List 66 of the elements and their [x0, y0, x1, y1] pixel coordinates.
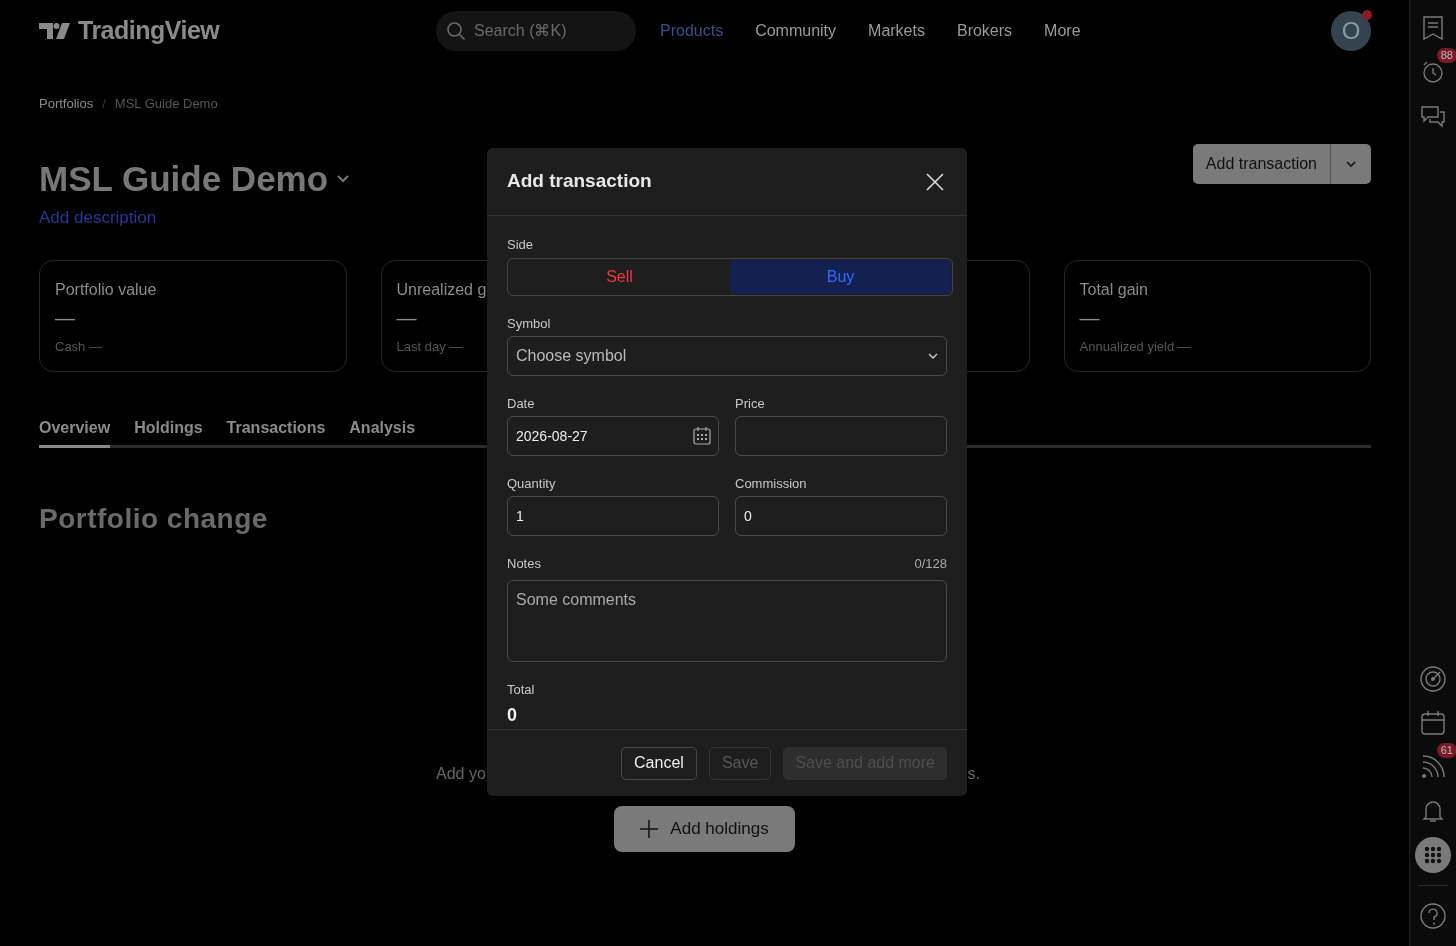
- input-field[interactable]: 0: [735, 496, 947, 536]
- tab[interactable]: Analysis: [349, 416, 416, 448]
- plus-icon: [640, 820, 659, 838]
- chevron-down-icon[interactable]: [336, 173, 351, 184]
- nav-link[interactable]: Markets: [868, 19, 925, 43]
- card-title: Portfolio value: [55, 280, 157, 300]
- card-value: —: [396, 306, 417, 330]
- avatar[interactable]: O: [1331, 11, 1371, 51]
- total-value: 0: [507, 703, 518, 727]
- field-label: Price: [735, 395, 766, 410]
- feed-icon: [1421, 755, 1445, 779]
- calendar-icon[interactable]: [693, 427, 711, 445]
- chat-bubbles-icon: [1420, 104, 1446, 128]
- chevron-down-icon: [928, 353, 938, 359]
- notes-field[interactable]: Some comments: [507, 579, 947, 662]
- breadcrumb-separator: /: [102, 95, 106, 113]
- field-label: Total: [507, 680, 536, 696]
- character-counter: 0/128: [914, 555, 947, 573]
- symbol-select[interactable]: Choose symbol: [507, 336, 947, 376]
- field-label: Commission: [735, 475, 808, 490]
- card-value: —: [55, 306, 75, 330]
- tab[interactable]: Holdings: [134, 416, 203, 448]
- card-subtitle: Annualized yield —: [1079, 338, 1191, 356]
- count-badge: 88: [1436, 48, 1456, 63]
- portfolio-title[interactable]: MSL Guide Demo: [39, 156, 329, 201]
- card-title: Total gain: [1079, 280, 1148, 300]
- add-holdings-button[interactable]: Add holdings: [614, 806, 795, 852]
- dialog-title: Add transaction: [507, 169, 652, 194]
- input-field[interactable]: [735, 416, 947, 456]
- dialog-button[interactable]: Cancel: [621, 746, 697, 780]
- side-option[interactable]: Sell: [509, 260, 730, 294]
- breadcrumb-link[interactable]: Portfolios: [39, 94, 94, 114]
- section-title: Portfolio change: [39, 502, 268, 536]
- nav-link[interactable]: More: [1044, 19, 1081, 43]
- help-icon: [1419, 902, 1447, 930]
- nav-link[interactable]: Brokers: [956, 19, 1013, 43]
- target-icon: [1419, 665, 1447, 693]
- search-field[interactable]: Search (⌘K): [436, 11, 636, 51]
- field-label: Side: [507, 236, 535, 251]
- tab[interactable]: Transactions: [226, 416, 326, 448]
- side-option[interactable]: Buy: [730, 260, 951, 294]
- field-label: Date: [507, 395, 536, 410]
- bell-icon: [1421, 798, 1445, 824]
- card-value: —: [1079, 306, 1100, 330]
- input-field[interactable]: 1: [507, 496, 719, 536]
- field-label: Notes: [507, 555, 541, 570]
- search-icon: [446, 21, 466, 41]
- calendar-icon: [1420, 710, 1446, 736]
- empty-state-text: s.: [967, 764, 980, 784]
- count-badge: 61: [1436, 743, 1456, 758]
- alarm-clock-icon: [1421, 60, 1445, 84]
- chevron-down-icon: [1345, 159, 1357, 168]
- tab[interactable]: Overview: [39, 416, 111, 448]
- field-label: Symbol: [507, 315, 552, 330]
- toolbar-button[interactable]: [1415, 837, 1451, 873]
- field-label: Quantity: [507, 475, 557, 490]
- card-subtitle: Cash —: [55, 338, 102, 356]
- close-icon: [926, 172, 944, 191]
- grid-dots-icon: [1423, 845, 1443, 865]
- watchlist-icon: [1421, 15, 1445, 41]
- card-subtitle: Last day —: [396, 338, 463, 356]
- logo-text: TradingView: [78, 15, 220, 47]
- date-field[interactable]: 2026-08-27: [507, 416, 719, 456]
- empty-state-text: Add yo: [436, 764, 486, 784]
- nav-link[interactable]: Community: [755, 19, 837, 43]
- card-title: Unrealized g: [396, 280, 487, 300]
